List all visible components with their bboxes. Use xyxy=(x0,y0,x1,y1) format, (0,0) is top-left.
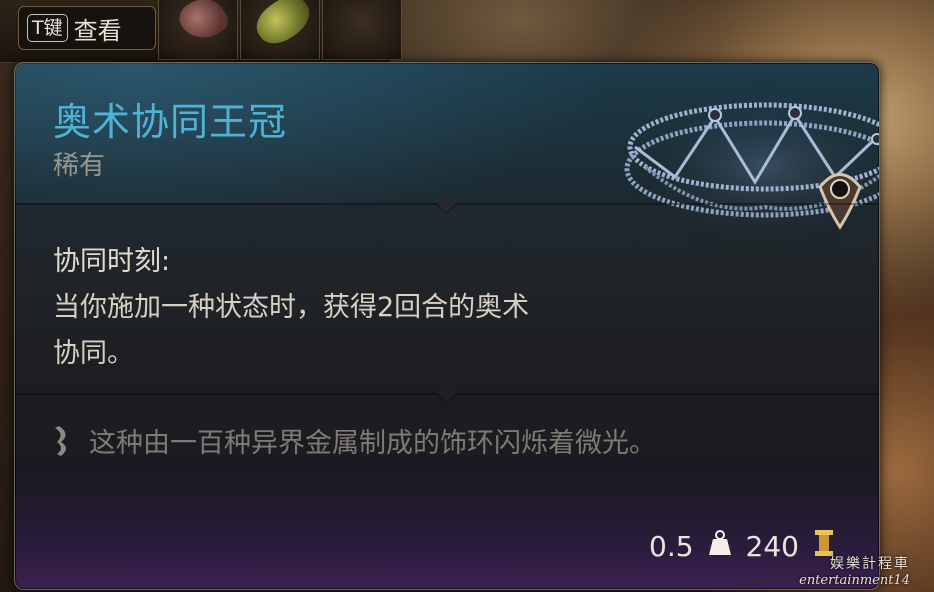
item-name: 奥术协同王冠 xyxy=(53,100,288,144)
flavor-row: 这种由一百种异界金属制成的饰环闪烁着微光。 xyxy=(53,421,656,460)
examine-prompt[interactable]: T键 查看 xyxy=(18,6,156,50)
item-rarity: 稀有 xyxy=(53,151,106,181)
food-item-icon xyxy=(249,0,317,52)
quill-icon xyxy=(53,424,75,458)
key-hint: T键 xyxy=(27,14,68,42)
weight-icon xyxy=(708,529,732,564)
weight-value: 0.5 xyxy=(649,530,694,563)
ability-description: 协同时刻: 当你施加一种状态时，获得2回合的奥术 协同。 xyxy=(53,239,673,377)
flavor-text: 这种由一百种异界金属制成的饰环闪烁着微光。 xyxy=(89,428,656,459)
watermark-line-2: entertainment14 xyxy=(799,573,910,588)
hotbar-slot-empty[interactable] xyxy=(322,0,402,60)
divider-notch-2 xyxy=(435,382,458,405)
hotbar-slot-tentacle[interactable] xyxy=(158,0,238,60)
ability-heading: 协同时刻: xyxy=(53,246,171,277)
watermark: 娱樂計程車 entertainment14 xyxy=(799,553,910,588)
tentacle-item-icon xyxy=(173,0,233,48)
hotbar-slot-food[interactable] xyxy=(240,0,320,60)
watermark-line-1: 娱樂計程車 xyxy=(830,556,910,572)
circlet-icon xyxy=(615,77,879,257)
ability-text-line-2: 协同。 xyxy=(53,338,134,369)
value-amount: 240 xyxy=(745,530,799,563)
hotbar: T键 查看 xyxy=(0,0,402,63)
item-tooltip: 奥术协同王冠 稀有 协同时刻: 当你施加一种状态时，获得2回合的奥术 协同。 这… xyxy=(14,62,880,590)
ability-text-line-1: 当你施加一种状态时，获得2回合的奥术 xyxy=(53,292,530,323)
examine-label: 查看 xyxy=(73,16,122,45)
